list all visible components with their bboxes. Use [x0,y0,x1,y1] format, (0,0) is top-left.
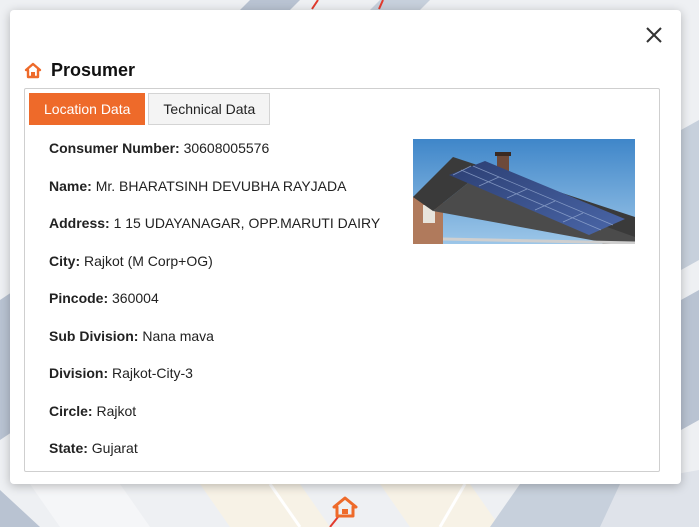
field-value: Nana mava [142,327,214,344]
tab-location-data[interactable]: Location Data [29,93,146,125]
home-marker-icon[interactable] [332,496,358,518]
field-label: Consumer Number: [49,140,180,156]
field-circle: Circle: Rajkot [49,403,380,441]
field-name: Name: Mr. BHARATSINH DEVUBHA RAYJADA [49,178,380,216]
field-value: 30608005576 [183,140,270,156]
field-value: Mr. BHARATSINH DEVUBHA RAYJADA [95,177,347,194]
field-sub-division: Sub Division: Nana mava [49,328,380,366]
home-icon [24,62,42,80]
field-label: Name: [49,177,92,194]
field-value: Rajkot-City-3 [112,365,193,381]
field-value: Gujarat [91,440,138,456]
field-label: Division: [49,365,109,381]
field-pincode: Pincode: 360004 [49,290,380,328]
field-state: State: Gujarat [49,440,380,478]
field-value: 360004 [112,290,159,306]
field-label: City: [49,252,81,269]
field-value: Rajkot (M Corp+OG) [84,252,213,269]
field-label: Sub Division: [49,327,139,344]
location-fields: Consumer Number: 30608005576 Name: Mr. B… [49,140,380,478]
prosumer-popup: Prosumer Location Data Technical Data Co… [10,10,681,484]
field-consumer-number: Consumer Number: 30608005576 [49,140,380,178]
popup-title: Prosumer [51,60,136,80]
close-icon[interactable] [645,26,663,44]
field-label: State: [49,440,88,456]
field-label: Circle: [49,402,93,419]
field-label: Address: [49,215,110,231]
tab-bar: Location Data Technical Data [29,93,273,125]
field-label: Pincode: [49,290,109,306]
field-value: Rajkot [96,402,137,419]
popup-header: Prosumer [24,60,135,81]
rooftop-solar-photo [413,139,635,244]
field-value: 1 15 UDAYANAGAR, OPP.MARUTI DAIRY [113,215,381,231]
details-panel: Location Data Technical Data Consumer Nu… [24,88,660,472]
field-division: Division: Rajkot-City-3 [49,365,380,403]
tab-technical-data[interactable]: Technical Data [148,93,271,125]
field-city: City: Rajkot (M Corp+OG) [49,253,380,291]
field-address: Address: 1 15 UDAYANAGAR, OPP.MARUTI DAI… [49,215,380,253]
